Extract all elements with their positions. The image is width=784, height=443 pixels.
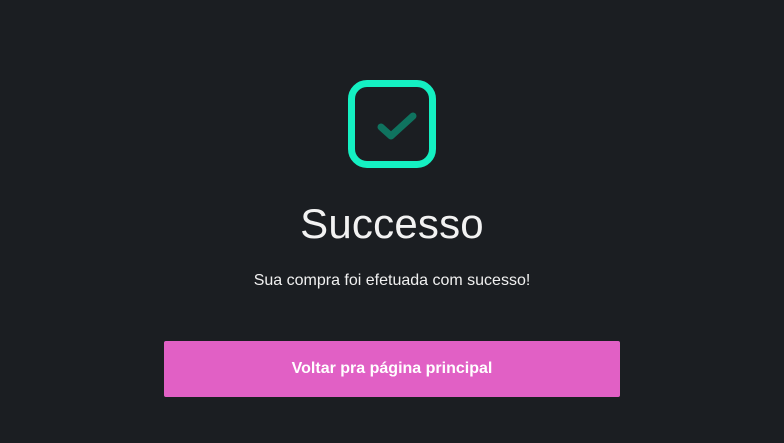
check-square-icon [348, 80, 436, 168]
back-to-home-button[interactable]: Voltar pra página principal [164, 341, 620, 397]
check-icon [377, 112, 417, 140]
success-panel: Successo Sua compra foi efetuada com suc… [0, 0, 784, 443]
success-message: Sua compra foi efetuada com sucesso! [253, 272, 531, 289]
success-title: Successo [300, 200, 484, 247]
